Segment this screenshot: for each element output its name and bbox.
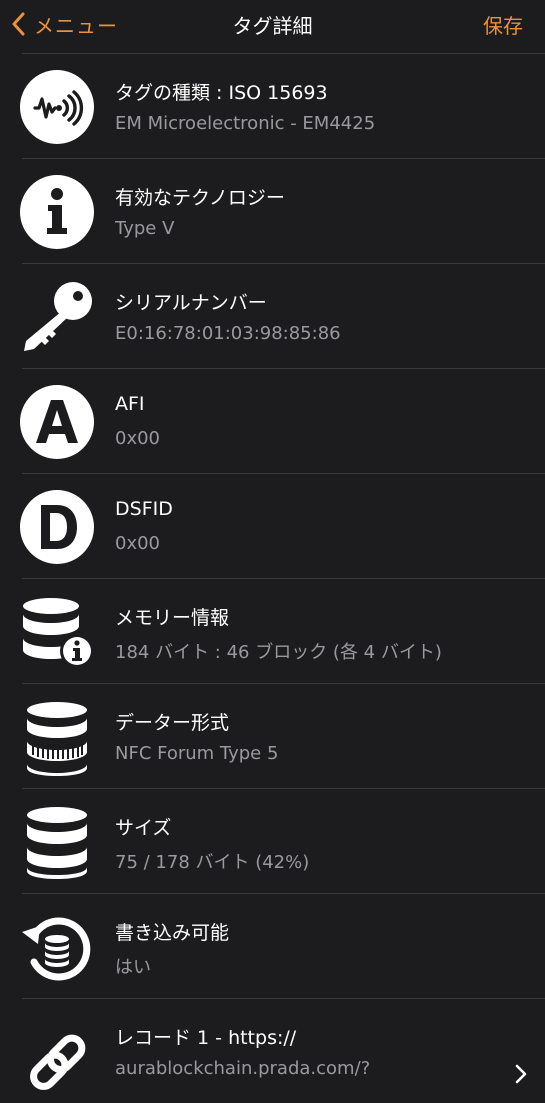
row-value: 0x00 [115,428,161,449]
row-title: タグの種類 : ISO 15693 [115,82,328,104]
nfc-wave-icon [18,68,96,146]
back-button[interactable]: メニュー [12,6,118,42]
list-item-dsfid[interactable]: DSFID 0x00 [20,473,545,578]
database-format-icon [18,698,96,776]
row-value: NFC Forum Type 5 [115,743,279,764]
info-icon [18,173,96,251]
list-item-writable[interactable]: 書き込み可能 はい [22,893,545,998]
chevron-right-icon [515,1064,527,1084]
list-item-tag-type[interactable]: タグの種類 : ISO 15693 EM Microelectronic - E… [20,53,545,158]
list-item-data-format[interactable]: データー形式 NFC Forum Type 5 [22,683,545,788]
row-title: 書き込み可能 [115,922,230,944]
tag-detail-list: タグの種類 : ISO 15693 EM Microelectronic - E… [0,53,545,1103]
list-item-memory-info[interactable]: メモリー情報 184 バイト : 46 ブロック (各 4 バイト) [22,578,545,683]
letter-a-icon [18,383,96,461]
link-icon [18,1013,96,1091]
row-value: 184 バイト : 46 ブロック (各 4 バイト) [115,642,442,663]
row-title: AFI [115,393,145,415]
chevron-left-icon [12,12,25,36]
list-item-record-1[interactable]: レコード 1 - https:// aurablockchain.prada.c… [22,998,545,1103]
row-value: EM Microelectronic - EM4425 [115,113,376,134]
database-icon [18,803,96,881]
row-value: 0x00 [115,533,161,554]
row-title: データー形式 [115,712,230,734]
database-info-icon [18,593,96,671]
row-title: DSFID [115,498,173,520]
row-value: 75 / 178 バイト (42%) [115,852,310,873]
list-item-afi[interactable]: AFI 0x00 [20,368,545,473]
key-icon [18,278,96,356]
save-button[interactable]: 保存 [483,10,523,39]
list-item-serial-number[interactable]: シリアルナンバー E0:16:78:01:03:98:85:86 [22,263,545,368]
row-value: aurablockchain.prada.com/? [115,1058,371,1079]
list-item-technologies[interactable]: 有効なテクノロジー Type V [20,158,545,263]
list-item-size[interactable]: サイズ 75 / 178 バイト (42%) [22,788,545,893]
row-value: はい [115,957,151,978]
row-value: Type V [115,218,175,239]
row-value: E0:16:78:01:03:98:85:86 [115,323,341,344]
refresh-database-icon [18,908,96,986]
back-button-label: メニュー [34,13,118,38]
row-title: レコード 1 - https:// [115,1027,297,1049]
navigation-bar: メニュー タグ詳細 保存 [0,0,545,52]
row-title: メモリー情報 [115,607,230,629]
row-title: シリアルナンバー [115,292,267,314]
row-title: サイズ [115,817,172,839]
letter-d-icon [18,488,96,566]
row-title: 有効なテクノロジー [115,187,285,209]
